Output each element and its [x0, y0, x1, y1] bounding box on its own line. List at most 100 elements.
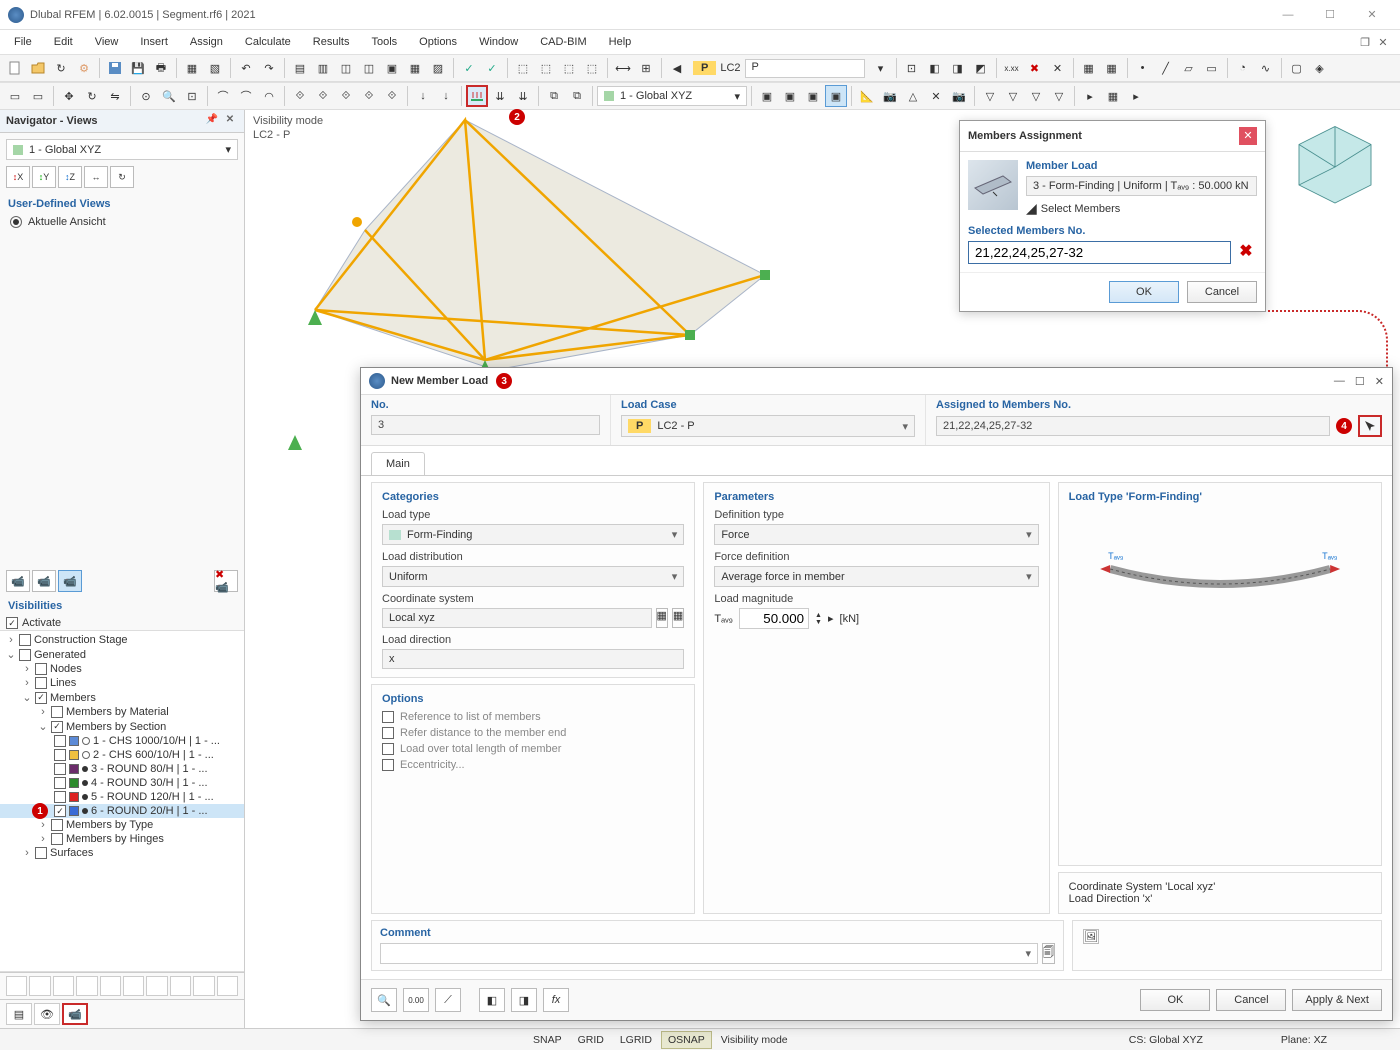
- axis-flip-button[interactable]: ↔: [84, 166, 108, 188]
- layout-c-icon[interactable]: ▣: [381, 57, 403, 79]
- cs-dropdown[interactable]: Local xyz: [382, 608, 652, 628]
- menu-window[interactable]: Window: [469, 33, 528, 51]
- layout-d-icon[interactable]: ▦: [404, 57, 426, 79]
- line-icon[interactable]: ╱: [1155, 57, 1177, 79]
- span-e-icon[interactable]: ⟐: [381, 85, 403, 107]
- mdi-close-icon[interactable]: ✕: [1376, 35, 1390, 49]
- view4-icon[interactable]: ⬚: [581, 57, 603, 79]
- dlg-max-icon[interactable]: ☐: [1355, 375, 1365, 388]
- status-osnap[interactable]: OSNAP: [661, 1031, 712, 1049]
- curve2-icon[interactable]: ⌒: [235, 85, 257, 107]
- bt8[interactable]: [170, 976, 191, 996]
- filter3-icon[interactable]: ▽: [1025, 85, 1047, 107]
- dlg-tool2-icon[interactable]: ◨: [511, 988, 537, 1012]
- del-icon[interactable]: ✖: [1024, 57, 1046, 79]
- coord-sys-dropdown[interactable]: 1 - Global XYZ ▾: [597, 86, 747, 106]
- cam-icon[interactable]: 📷: [879, 85, 901, 107]
- bt10[interactable]: [217, 976, 238, 996]
- mode-data[interactable]: ▤: [6, 1003, 32, 1025]
- span-d-icon[interactable]: ⟐: [358, 85, 380, 107]
- dim-icon[interactable]: ⟷: [612, 57, 634, 79]
- lc-full[interactable]: P: [745, 59, 865, 78]
- dlg-units-icon[interactable]: 0.00: [403, 988, 429, 1012]
- section-2[interactable]: 2 - CHS 600/10/H | 1 - ...: [0, 748, 244, 762]
- menu-cadbim[interactable]: CAD-BIM: [530, 33, 596, 51]
- undo-icon[interactable]: ↶: [235, 57, 257, 79]
- load-b-icon[interactable]: ↓: [435, 85, 457, 107]
- vp3-icon[interactable]: ▣: [802, 85, 824, 107]
- tbl2-icon[interactable]: ▦: [1101, 57, 1123, 79]
- span-b-icon[interactable]: ⟐: [312, 85, 334, 107]
- move-icon[interactable]: ✥: [58, 85, 80, 107]
- axis-rot-button[interactable]: ↻: [110, 166, 134, 188]
- force-def-dropdown[interactable]: Average force in member▾: [714, 566, 1038, 587]
- menu-calculate[interactable]: Calculate: [235, 33, 301, 51]
- end3-icon[interactable]: ▸: [1125, 85, 1147, 107]
- view2-icon[interactable]: ⬚: [535, 57, 557, 79]
- table2-icon[interactable]: ▥: [312, 57, 334, 79]
- maximize-button[interactable]: ☐: [1310, 2, 1350, 28]
- settings-icon[interactable]: ⚙: [73, 57, 95, 79]
- misc-4-icon[interactable]: ◩: [970, 57, 992, 79]
- visibility-tree[interactable]: ›Construction Stage ⌄Generated ›Nodes ›L…: [0, 630, 244, 972]
- filter2-icon[interactable]: ▽: [1002, 85, 1024, 107]
- photo-icon[interactable]: 📷: [948, 85, 970, 107]
- dlg-fx-icon[interactable]: fx: [543, 988, 569, 1012]
- bt5[interactable]: [100, 976, 121, 996]
- bt4[interactable]: [76, 976, 97, 996]
- comment-input[interactable]: ▾: [380, 943, 1038, 964]
- axis-y-button[interactable]: ↕Y: [32, 166, 56, 188]
- load-type-dropdown[interactable]: Form-Finding▾: [382, 524, 684, 545]
- section-4[interactable]: 4 - ROUND 30/H | 1 - ...: [0, 776, 244, 790]
- meas-icon[interactable]: 📐: [856, 85, 878, 107]
- dlg-cancel-button[interactable]: Cancel: [1216, 989, 1286, 1011]
- save-icon[interactable]: [104, 57, 126, 79]
- check-b-icon[interactable]: ✓: [481, 57, 503, 79]
- nav-view-dropdown[interactable]: 1 - Global XYZ ▾: [6, 139, 238, 160]
- tool-b-icon[interactable]: ▧: [204, 57, 226, 79]
- status-grid[interactable]: GRID: [571, 1031, 611, 1049]
- loadcase-selector[interactable]: P LC2 P: [693, 59, 865, 78]
- clip-icon[interactable]: ✕: [925, 85, 947, 107]
- ma-clear-icon[interactable]: ✖: [1235, 241, 1257, 263]
- vp4-icon[interactable]: ▣: [825, 85, 847, 107]
- menu-view[interactable]: View: [85, 33, 129, 51]
- bt9[interactable]: [193, 976, 214, 996]
- mdi-restore-icon[interactable]: ❐: [1358, 35, 1372, 49]
- table-icon[interactable]: ▤: [289, 57, 311, 79]
- cut-icon[interactable]: △: [902, 85, 924, 107]
- vis-btn-2[interactable]: 📹: [32, 570, 56, 592]
- sel-icon[interactable]: ▭: [4, 85, 26, 107]
- mode-display[interactable]: 👁: [34, 1003, 60, 1025]
- rot-icon[interactable]: ↻: [81, 85, 103, 107]
- load-dist-dropdown[interactable]: Uniform▾: [382, 566, 684, 587]
- menu-insert[interactable]: Insert: [130, 33, 178, 51]
- recent-icon[interactable]: ↻: [50, 57, 72, 79]
- section-1[interactable]: 1 - CHS 1000/10/H | 1 - ...: [0, 734, 244, 748]
- vis-btn-1[interactable]: 📹: [6, 570, 30, 592]
- surf-icon[interactable]: ▱: [1178, 57, 1200, 79]
- filter1-icon[interactable]: ▽: [979, 85, 1001, 107]
- span-c-icon[interactable]: ⟐: [335, 85, 357, 107]
- curve3-icon[interactable]: ◠: [258, 85, 280, 107]
- lc-dropdown[interactable]: P LC2 - P ▾: [621, 415, 915, 437]
- member-load-icon[interactable]: [466, 85, 488, 107]
- arc-icon[interactable]: ◔: [1232, 57, 1254, 79]
- menu-results[interactable]: Results: [303, 33, 360, 51]
- print-icon[interactable]: 🖶: [150, 57, 172, 79]
- activate-checkbox[interactable]: Activate: [0, 616, 244, 630]
- vp2-icon[interactable]: ▣: [779, 85, 801, 107]
- pick-members-button[interactable]: [1358, 415, 1382, 437]
- curve1-icon[interactable]: ⌒: [212, 85, 234, 107]
- cs-btn-2[interactable]: ▦: [672, 608, 684, 628]
- node-icon[interactable]: •: [1132, 57, 1154, 79]
- layout-b-icon[interactable]: ◫: [358, 57, 380, 79]
- dlg-apply-button[interactable]: Apply & Next: [1292, 989, 1382, 1011]
- bt1[interactable]: [6, 976, 27, 996]
- xx-icon[interactable]: x.xx: [1001, 57, 1023, 79]
- tool-a-icon[interactable]: ▦: [181, 57, 203, 79]
- layout-e-icon[interactable]: ▨: [427, 57, 449, 79]
- dlg-member-icon[interactable]: ⟋: [435, 988, 461, 1012]
- menu-options[interactable]: Options: [409, 33, 467, 51]
- dlg-close-icon[interactable]: ✕: [1375, 375, 1384, 388]
